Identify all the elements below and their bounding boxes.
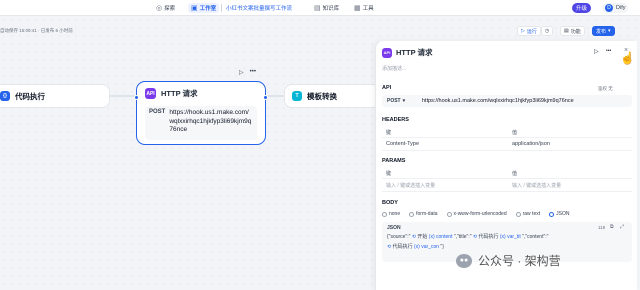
api-section-label: API bbox=[382, 85, 392, 91]
json-var: (x) content bbox=[428, 234, 453, 240]
json-var: (x) var_con bbox=[414, 244, 440, 250]
variable-icon: ⟲ bbox=[387, 244, 392, 250]
divider bbox=[382, 137, 632, 138]
json-line-1: {"source":" ⟲ 开始 (x) content ","title":"… bbox=[387, 233, 548, 240]
radio-icon bbox=[409, 211, 415, 217]
url-input[interactable]: https://hook.us1.make.com/wqlxxirhqc1hjk… bbox=[422, 98, 574, 104]
json-var: (x) var_tit bbox=[499, 234, 521, 240]
json-var-name: var_con bbox=[421, 244, 440, 250]
body-option-label: x-www-form-urlencoded bbox=[453, 211, 507, 217]
params-key-column: 键 bbox=[386, 171, 392, 177]
divider bbox=[382, 150, 632, 151]
node-http-header: API HTTP 请求 bbox=[145, 88, 257, 99]
node-template[interactable]: T 模板转换 bbox=[284, 84, 380, 108]
json-text: {"source":" bbox=[387, 234, 411, 240]
radio-icon bbox=[515, 211, 521, 217]
param-key-input[interactable]: 输入 / 键或选插入变量 bbox=[386, 182, 435, 189]
body-option-urlencoded[interactable]: x-www-form-urlencoded bbox=[446, 211, 507, 217]
node-http-method: POST bbox=[149, 109, 166, 115]
json-var-name: content bbox=[436, 234, 453, 240]
output-port[interactable] bbox=[263, 95, 268, 100]
json-text: ","content":" bbox=[522, 234, 549, 240]
body-option-none[interactable]: none bbox=[382, 211, 400, 217]
play-icon[interactable]: ▷ bbox=[239, 69, 244, 76]
variable-icon: ⟲ bbox=[411, 234, 416, 240]
node-code[interactable]: {} 代码执行 bbox=[0, 84, 110, 108]
char-count: 119 bbox=[598, 225, 606, 230]
body-option-label: JSON bbox=[556, 211, 570, 217]
body-option-label: none bbox=[389, 211, 401, 217]
body-option-label: raw text bbox=[522, 211, 541, 217]
method-select[interactable]: POST ▾ bbox=[387, 98, 405, 104]
more-icon[interactable]: ••• bbox=[250, 69, 256, 76]
body-option-label: form-data bbox=[416, 211, 438, 217]
node-http-title: HTTP 请求 bbox=[161, 89, 198, 98]
params-value-column: 值 bbox=[512, 171, 518, 177]
variable-icon: ⟲ bbox=[472, 234, 478, 240]
auth-setting[interactable]: 鉴权 无 bbox=[598, 86, 613, 92]
radio-icon bbox=[382, 211, 387, 217]
body-option-form-data[interactable]: form-data bbox=[409, 211, 438, 217]
panel-header: API HTTP 请求 bbox=[382, 47, 433, 58]
api-icon: API bbox=[382, 47, 392, 58]
headers-value-column: 值 bbox=[512, 130, 518, 136]
chevron-down-icon: ▾ bbox=[402, 98, 406, 104]
json-editor-label: JSON bbox=[387, 225, 401, 231]
api-icon: API bbox=[145, 88, 156, 99]
json-var-name: var_tit bbox=[507, 234, 521, 240]
template-icon: T bbox=[292, 91, 302, 101]
node-http-url: https://hook.us1.make.com/wqlxxirhqc1hjk… bbox=[169, 109, 252, 133]
param-value-input[interactable]: 输入 / 键或选插入变量 bbox=[512, 182, 561, 189]
code-icon: {} bbox=[0, 91, 10, 101]
node-code-label: 代码执行 bbox=[15, 91, 45, 101]
divider bbox=[382, 178, 632, 179]
body-type-options: none form-data x-www-form-urlencoded raw… bbox=[382, 211, 569, 217]
copy-icon[interactable]: ⧉ bbox=[610, 224, 614, 230]
expand-icon[interactable]: ⤢ bbox=[620, 224, 624, 230]
header-value-input[interactable]: application/json bbox=[512, 141, 550, 147]
input-port[interactable] bbox=[134, 95, 139, 100]
json-text: ","title":" bbox=[453, 234, 472, 240]
params-section-label: PARAMS bbox=[382, 158, 406, 164]
method-value: POST bbox=[387, 98, 401, 104]
more-icon[interactable]: ••• bbox=[606, 48, 611, 54]
node-toolbar: ▷ ••• bbox=[239, 69, 256, 76]
node-http[interactable]: API HTTP 请求 POST https://hook.us1.make.c… bbox=[134, 81, 268, 145]
headers-key-column: 键 bbox=[386, 130, 392, 136]
body-section-label: BODY bbox=[382, 200, 398, 206]
header-key-input[interactable]: Content-Type bbox=[386, 141, 419, 147]
headers-section-label: HEADERS bbox=[382, 117, 409, 123]
watermark-text: 公众号 · 架构营 bbox=[478, 254, 561, 268]
body-option-json[interactable]: JSON bbox=[549, 211, 569, 217]
json-var-node: 代码执行 bbox=[392, 244, 413, 250]
play-icon[interactable]: ▷ bbox=[594, 48, 599, 55]
radio-icon bbox=[446, 211, 452, 217]
json-text: "} bbox=[440, 244, 444, 250]
divider bbox=[382, 191, 632, 192]
node-http-request: POST https://hook.us1.make.com/wqlxxirhq… bbox=[145, 106, 257, 140]
description-input[interactable]: 添加描述... bbox=[382, 65, 406, 72]
json-var-node: 开始 bbox=[417, 234, 428, 240]
node-template-label: 模板转换 bbox=[307, 91, 337, 101]
body-option-raw-text[interactable]: raw text bbox=[515, 211, 541, 217]
pointer-hand-icon: ☝ bbox=[620, 51, 635, 65]
radio-selected-icon bbox=[549, 211, 555, 217]
panel-title: HTTP 请求 bbox=[396, 48, 433, 57]
json-line-2: ⟲ 代码执行 (x) var_con "} bbox=[387, 243, 444, 250]
json-var-node: 代码执行 bbox=[478, 234, 499, 240]
wechat-icon: ●● bbox=[456, 253, 472, 268]
watermark: ●● 公众号 · 架构营 bbox=[456, 252, 561, 269]
